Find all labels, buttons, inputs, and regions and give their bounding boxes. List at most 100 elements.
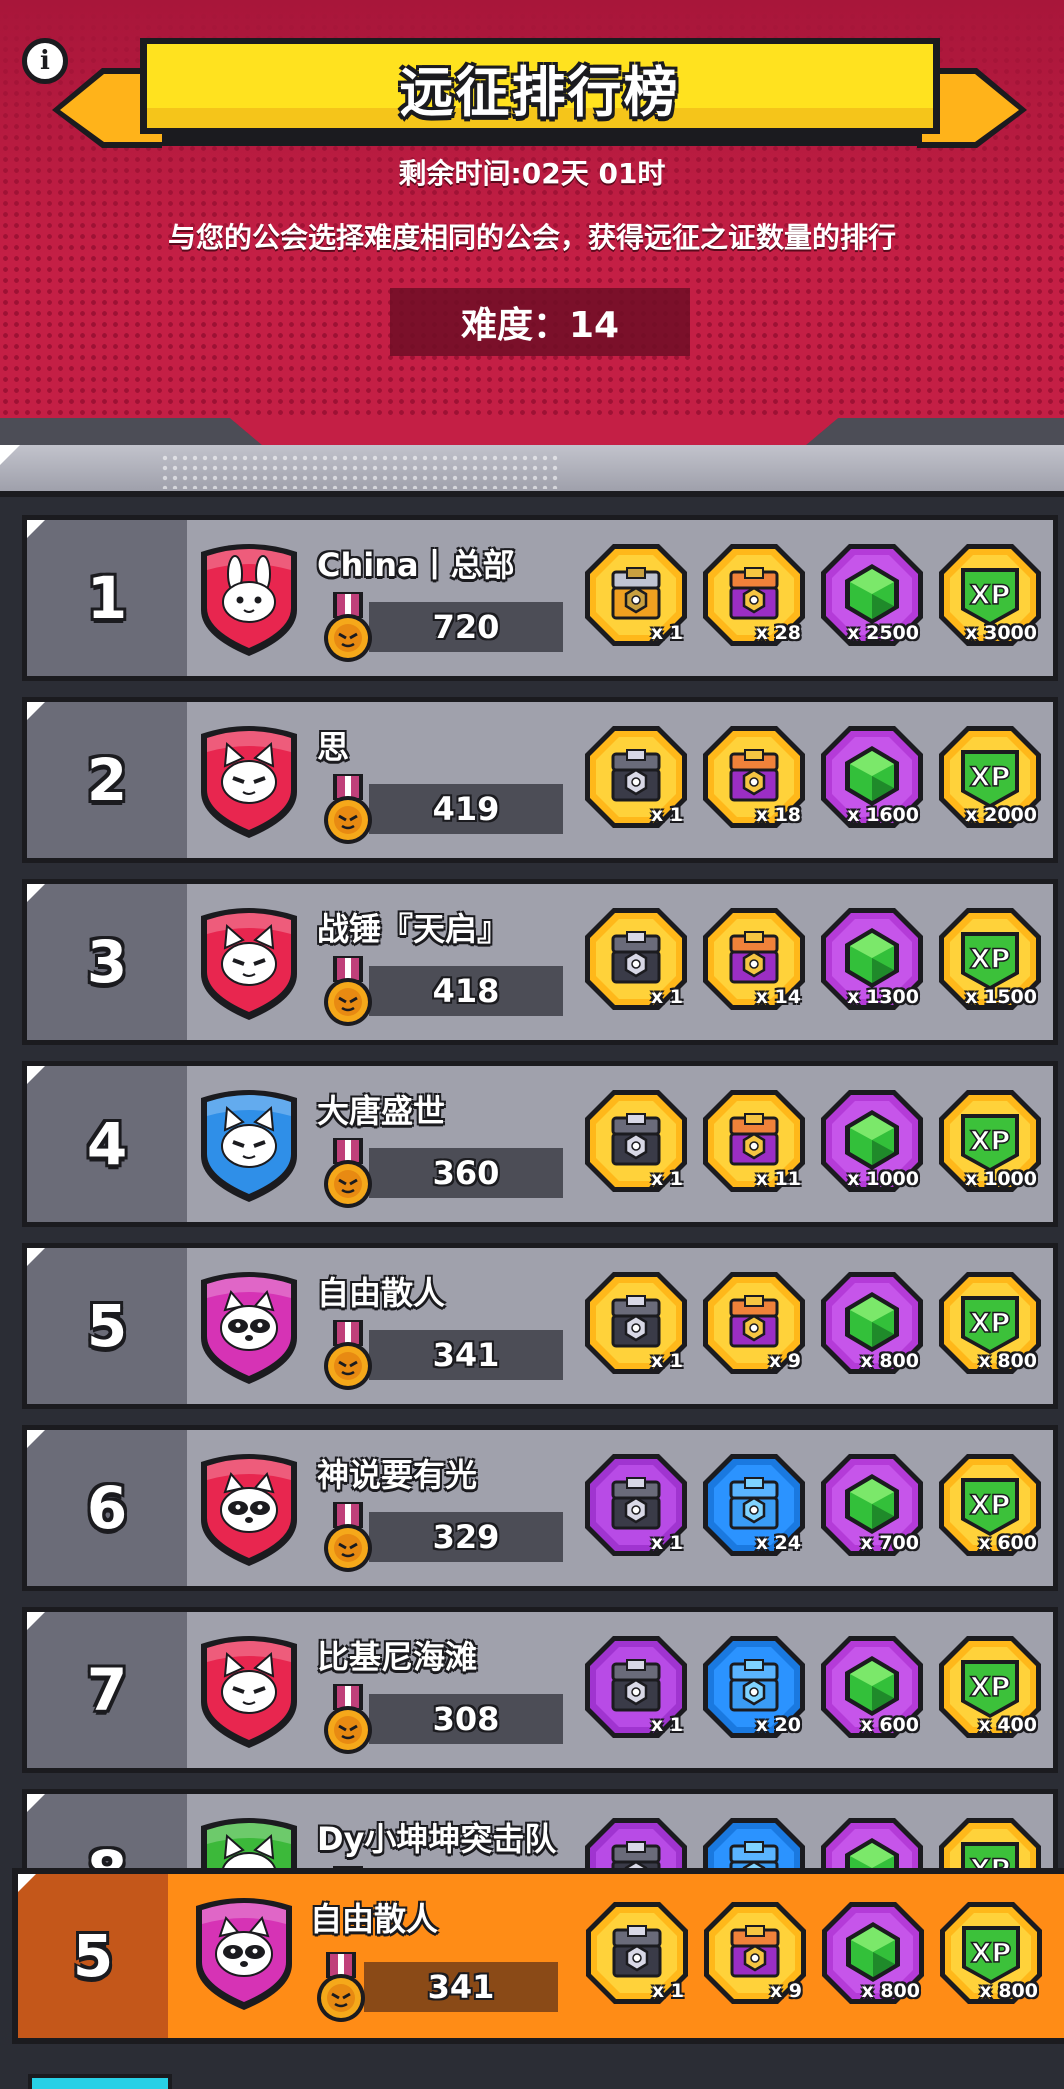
ranking-row[interactable]: 6 神说要有光 329 x 1 x 24 x 700 XP x 600: [22, 1425, 1058, 1591]
reward-quantity: x 700: [860, 1532, 919, 1554]
ranking-row[interactable]: 1 China丨总部 720 x 1 x 28 x 2500 XP x 3000: [22, 515, 1058, 681]
ranking-row[interactable]: 7 比基尼海滩 308 x 1 x 20 x 600 XP x 400: [22, 1607, 1058, 1773]
reward-gray-chest[interactable]: x 1: [583, 724, 689, 830]
reward-xp[interactable]: XP: [937, 1816, 1043, 1869]
ranking-row[interactable]: 2 思 419 x 1 x 18 x 1600 XP x 2000: [22, 697, 1058, 863]
rank-number: 5: [18, 1874, 168, 2038]
guild-name[interactable]: 大唐盛世: [317, 1086, 445, 1132]
reward-quantity: x 11: [755, 1168, 801, 1190]
reward-purple-chest[interactable]: x 9: [702, 1900, 808, 2006]
svg-text:XP: XP: [970, 944, 1011, 975]
reward-gray-chest-purple[interactable]: x 1: [583, 1634, 689, 1740]
reward-quantity: x 1: [650, 1532, 683, 1554]
guild-name[interactable]: China丨总部: [317, 540, 515, 586]
reward-gem[interactable]: x 1000: [819, 1088, 925, 1194]
corner-marker: [27, 520, 45, 538]
reward-xp[interactable]: XP x 800: [938, 1900, 1044, 2006]
corner-marker: [0, 445, 20, 465]
reward-purple-chest[interactable]: x 28: [701, 542, 807, 648]
reward-gray-chest[interactable]: x 1: [583, 1088, 689, 1194]
footer: [0, 2044, 1064, 2089]
reward-xp[interactable]: XP x 400: [937, 1634, 1043, 1740]
rank-number: 7: [27, 1612, 187, 1768]
reward-gem[interactable]: x 700: [819, 1452, 925, 1558]
ranking-row[interactable]: 8 Dy小坤坤突击队 XP: [22, 1789, 1058, 1869]
reward-gem[interactable]: x 600: [819, 1634, 925, 1740]
reward-gray-chest-purple[interactable]: x 1: [583, 1452, 689, 1558]
reward-xp[interactable]: XP x 1500: [937, 906, 1043, 1012]
reward-blue-chest[interactable]: x 24: [701, 1452, 807, 1558]
ranking-list[interactable]: 1 China丨总部 720 x 1 x 28 x 2500 XP x 3000 2 思 419 x …: [0, 497, 1064, 1869]
svg-text:XP: XP: [970, 1308, 1011, 1339]
guild-score: 341: [364, 1962, 558, 2012]
corner-marker: [18, 1874, 36, 1892]
reward-quantity: x 800: [979, 1980, 1038, 2002]
guild-name[interactable]: 比基尼海滩: [317, 1632, 477, 1678]
reward-quantity: x 400: [978, 1714, 1037, 1736]
guild-score: 329: [369, 1512, 563, 1562]
reward-xp[interactable]: XP x 2000: [937, 724, 1043, 830]
reward-blue-chest[interactable]: [701, 1816, 807, 1869]
guild-score: 418: [369, 966, 563, 1016]
reward-gem[interactable]: x 800: [819, 1270, 925, 1376]
reward-gem[interactable]: x 2500: [819, 542, 925, 648]
reward-quantity: x 2000: [965, 804, 1037, 826]
ranking-row[interactable]: 4 大唐盛世 360 x 1 x 11 x 1000 XP x 1000: [22, 1061, 1058, 1227]
ranking-row[interactable]: 5 自由散人 341 x 1 x 9 x 800 XP x 800: [22, 1243, 1058, 1409]
svg-text:XP: XP: [970, 1672, 1011, 1703]
reward-purple-chest[interactable]: x 18: [701, 724, 807, 830]
reward-quantity: x 2500: [847, 622, 919, 644]
guild-score: 419: [369, 784, 563, 834]
reward-quantity: x 9: [768, 1350, 801, 1372]
reward-gray-chest[interactable]: x 1: [583, 906, 689, 1012]
rank-number: 4: [27, 1066, 187, 1222]
reward-gray-chest[interactable]: x 1: [583, 1270, 689, 1376]
reward-gem[interactable]: x 1600: [819, 724, 925, 830]
reward-gem[interactable]: x 1300: [819, 906, 925, 1012]
reward-purple-chest[interactable]: x 14: [701, 906, 807, 1012]
reward-orange-chest[interactable]: x 1: [583, 542, 689, 648]
guild-shield-icon: [197, 540, 301, 658]
reward-quantity: x 1: [650, 986, 683, 1008]
reward-xp[interactable]: XP x 600: [937, 1452, 1043, 1558]
guild-score: 308: [369, 1694, 563, 1744]
reward-gem[interactable]: x 800: [820, 1900, 926, 2006]
corner-marker: [27, 702, 45, 720]
reward-quantity: x 1600: [847, 804, 919, 826]
reward-quantity: x 1: [650, 622, 683, 644]
guild-name[interactable]: 自由散人: [317, 1268, 445, 1314]
reward-quantity: x 600: [860, 1714, 919, 1736]
guild-shield-icon: [197, 1268, 301, 1386]
medal-icon: [314, 1950, 368, 2026]
reward-quantity: x 20: [755, 1714, 801, 1736]
reward-xp[interactable]: XP x 3000: [937, 542, 1043, 648]
reward-quantity: x 24: [755, 1532, 801, 1554]
reward-gray-chest[interactable]: x 1: [584, 1900, 690, 2006]
guild-name[interactable]: 神说要有光: [317, 1450, 477, 1496]
corner-marker: [27, 1612, 45, 1630]
guild-name[interactable]: 战锤『天启』: [317, 904, 509, 950]
medal-icon: [321, 1500, 375, 1576]
reward-blue-chest[interactable]: x 20: [701, 1634, 807, 1740]
reward-quantity: x 1000: [847, 1168, 919, 1190]
reward-purple-chest[interactable]: x 9: [701, 1270, 807, 1376]
reward-gem[interactable]: [819, 1816, 925, 1869]
corner-marker: [27, 1430, 45, 1448]
guild-name[interactable]: 思: [317, 722, 349, 768]
difficulty-label: 难度：14: [390, 288, 690, 356]
footer-tab-button[interactable]: [28, 2074, 172, 2089]
reward-xp[interactable]: XP x 800: [937, 1270, 1043, 1376]
guild-shield-icon: [197, 904, 301, 1022]
svg-text:XP: XP: [971, 1938, 1012, 1969]
guild-name[interactable]: 自由散人: [310, 1894, 438, 1940]
ranking-row[interactable]: 3 战锤『天启』 418 x 1 x 14 x 1300 XP x 1500: [22, 879, 1058, 1045]
svg-text:XP: XP: [970, 1126, 1011, 1157]
reward-xp[interactable]: XP x 1000: [937, 1088, 1043, 1194]
reward-gray-chest-purple[interactable]: [583, 1816, 689, 1869]
reward-quantity: x 800: [978, 1350, 1037, 1372]
svg-text:XP: XP: [970, 1490, 1011, 1521]
reward-quantity: x 1: [650, 1168, 683, 1190]
my-guild-row[interactable]: 5 自由散人 341 x 1 x 9 x 800 XP x 800: [12, 1868, 1064, 2044]
reward-purple-chest[interactable]: x 11: [701, 1088, 807, 1194]
guild-name[interactable]: Dy小坤坤突击队: [317, 1814, 556, 1860]
